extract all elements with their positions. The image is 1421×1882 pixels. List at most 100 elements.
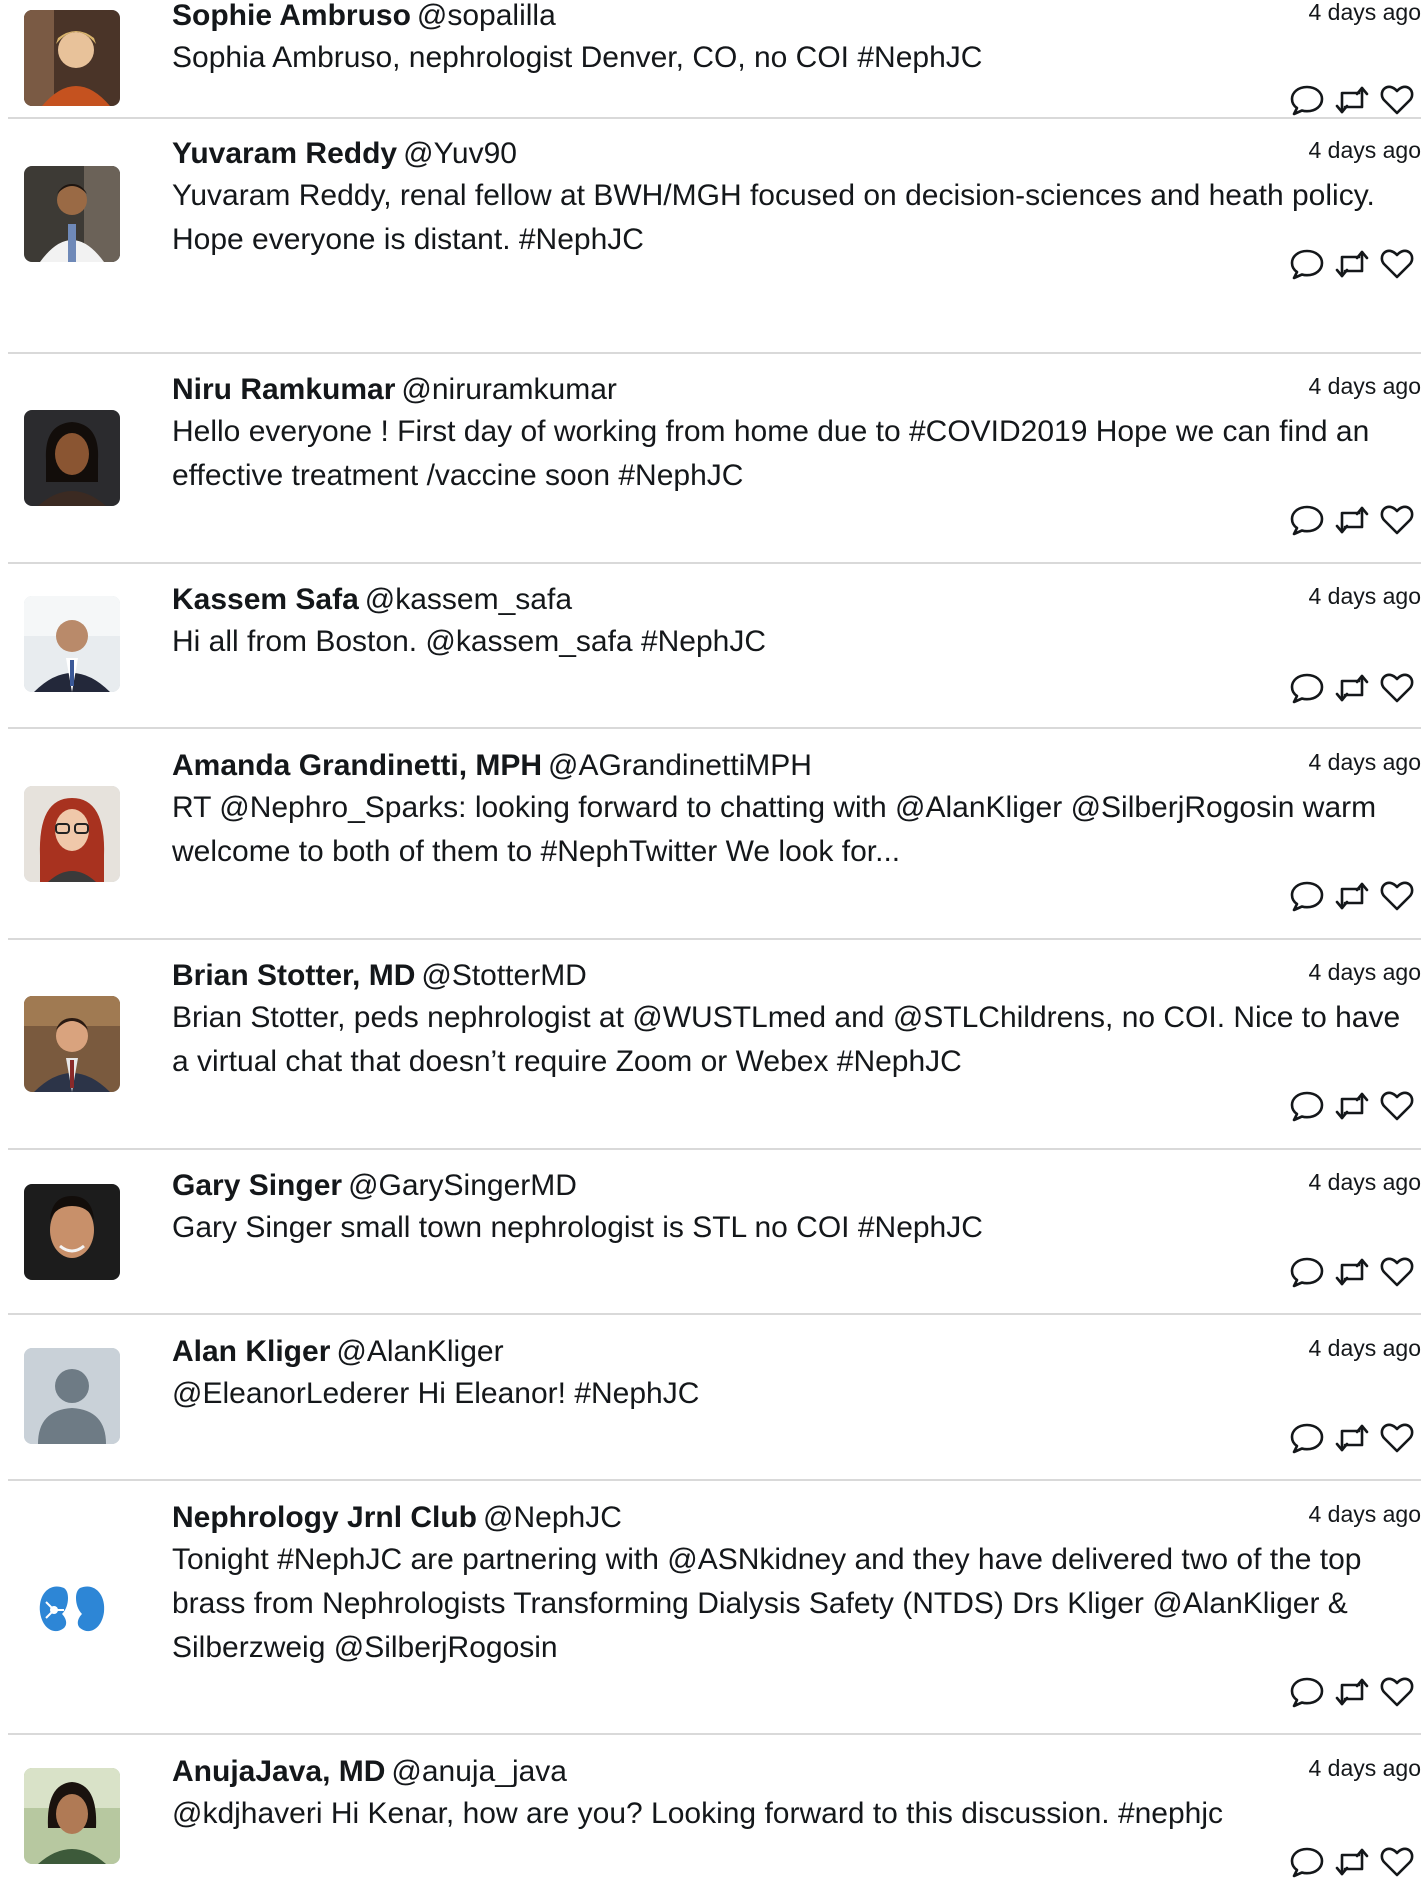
author-handle[interactable]: @AGrandinettiMPH bbox=[548, 749, 812, 782]
divider bbox=[8, 1313, 1421, 1315]
author-name[interactable]: Kassem Safa bbox=[172, 583, 359, 616]
retweet-icon[interactable] bbox=[1334, 1088, 1370, 1124]
like-icon[interactable] bbox=[1379, 1088, 1415, 1124]
author-name[interactable]: Alan Kliger bbox=[172, 1335, 330, 1368]
timestamp[interactable]: 4 days ago bbox=[1308, 366, 1421, 406]
author-name[interactable]: Niru Ramkumar bbox=[172, 373, 395, 406]
tweet: Gary Singer @GarySingerMD 4 days ago Gary… bbox=[8, 1166, 1421, 1296]
divider bbox=[8, 1479, 1421, 1481]
retweet-icon[interactable] bbox=[1334, 1254, 1370, 1290]
retweet-icon[interactable] bbox=[1334, 82, 1370, 118]
tweet-text: Yuvaram Reddy, renal fellow at BWH/MGH f… bbox=[172, 179, 1375, 256]
tweet-actions bbox=[1289, 82, 1415, 118]
tweet-actions bbox=[1289, 1088, 1415, 1124]
tweet-actions bbox=[1289, 1254, 1415, 1290]
retweet-icon[interactable] bbox=[1334, 1420, 1370, 1456]
retweet-icon[interactable] bbox=[1334, 502, 1370, 538]
tweet-text: @EleanorLederer Hi Eleanor! #NephJC bbox=[172, 1377, 700, 1410]
timestamp[interactable]: 4 days ago bbox=[1308, 1748, 1421, 1788]
author-handle[interactable]: @niruramkumar bbox=[401, 373, 617, 406]
author-handle[interactable]: @StotterMD bbox=[421, 959, 586, 992]
author-name[interactable]: Yuvaram Reddy bbox=[172, 137, 397, 170]
divider bbox=[8, 352, 1421, 354]
author-name[interactable]: AnujaJava, MD bbox=[172, 1755, 385, 1788]
tweet-actions bbox=[1289, 1420, 1415, 1456]
reply-icon[interactable] bbox=[1289, 1088, 1325, 1124]
author-name[interactable]: Brian Stotter, MD bbox=[172, 959, 415, 992]
author-name[interactable]: Nephrology Jrnl Club bbox=[172, 1501, 477, 1534]
author-name[interactable]: Amanda Grandinetti, MPH bbox=[172, 749, 542, 782]
tweet-header: Yuvaram Reddy @Yuv90 4 days ago bbox=[172, 134, 1421, 174]
tweet-text: Hello everyone ! First day of working fr… bbox=[172, 415, 1370, 492]
avatar[interactable] bbox=[24, 1566, 120, 1662]
timestamp[interactable]: 4 days ago bbox=[1308, 952, 1421, 992]
like-icon[interactable] bbox=[1379, 502, 1415, 538]
tweet: Nephrology Jrnl Club @NephJC 4 days ago T… bbox=[8, 1498, 1421, 1708]
tweet-header: Brian Stotter, MD @StotterMD 4 days ago bbox=[172, 956, 1421, 996]
avatar[interactable] bbox=[24, 166, 120, 262]
reply-icon[interactable] bbox=[1289, 1844, 1325, 1880]
reply-icon[interactable] bbox=[1289, 82, 1325, 118]
avatar[interactable] bbox=[24, 596, 120, 692]
tweet: Niru Ramkumar @niruramkumar 4 days ago He… bbox=[8, 370, 1421, 536]
retweet-icon[interactable] bbox=[1334, 1844, 1370, 1880]
timestamp[interactable]: 4 days ago bbox=[1308, 576, 1421, 616]
tweet-header: Amanda Grandinetti, MPH @AGrandinettiMPH … bbox=[172, 746, 1421, 786]
avatar[interactable] bbox=[24, 786, 120, 882]
reply-icon[interactable] bbox=[1289, 1674, 1325, 1710]
timestamp[interactable]: 4 days ago bbox=[1308, 1328, 1421, 1368]
author-name[interactable]: Gary Singer bbox=[172, 1169, 342, 1202]
timestamp[interactable]: 4 days ago bbox=[1308, 1494, 1421, 1534]
tweet-header: Alan Kliger @AlanKliger 4 days ago bbox=[172, 1332, 1421, 1372]
reply-icon[interactable] bbox=[1289, 670, 1325, 706]
tweet-header: Kassem Safa @kassem_safa 4 days ago bbox=[172, 580, 1421, 620]
reply-icon[interactable] bbox=[1289, 1420, 1325, 1456]
author-name[interactable]: Sophie Ambruso bbox=[172, 0, 411, 32]
like-icon[interactable] bbox=[1379, 1844, 1415, 1880]
reply-icon[interactable] bbox=[1289, 878, 1325, 914]
retweet-icon[interactable] bbox=[1334, 1674, 1370, 1710]
like-icon[interactable] bbox=[1379, 1254, 1415, 1290]
like-icon[interactable] bbox=[1379, 878, 1415, 914]
like-icon[interactable] bbox=[1379, 670, 1415, 706]
like-icon[interactable] bbox=[1379, 1674, 1415, 1710]
author-handle[interactable]: @NephJC bbox=[483, 1501, 622, 1534]
avatar[interactable] bbox=[24, 996, 120, 1092]
retweet-icon[interactable] bbox=[1334, 670, 1370, 706]
author-handle[interactable]: @kassem_safa bbox=[365, 583, 572, 616]
divider bbox=[8, 117, 1421, 119]
like-icon[interactable] bbox=[1379, 1420, 1415, 1456]
author-handle[interactable]: @sopalilla bbox=[417, 0, 556, 32]
retweet-icon[interactable] bbox=[1334, 878, 1370, 914]
avatar[interactable] bbox=[24, 1768, 120, 1864]
avatar[interactable] bbox=[24, 1348, 120, 1444]
retweet-icon[interactable] bbox=[1334, 246, 1370, 282]
tweet-text: Hi all from Boston. @kassem_safa #NephJC bbox=[172, 625, 767, 658]
timestamp[interactable]: 4 days ago bbox=[1308, 130, 1421, 170]
tweet: Brian Stotter, MD @StotterMD 4 days ago B… bbox=[8, 956, 1421, 1122]
tweet-header: Gary Singer @GarySingerMD 4 days ago bbox=[172, 1166, 1421, 1206]
tweet: Amanda Grandinetti, MPH @AGrandinettiMPH … bbox=[8, 746, 1421, 912]
author-handle[interactable]: @anuja_java bbox=[391, 1755, 567, 1788]
reply-icon[interactable] bbox=[1289, 502, 1325, 538]
avatar[interactable] bbox=[24, 410, 120, 506]
reply-icon[interactable] bbox=[1289, 1254, 1325, 1290]
timestamp[interactable]: 4 days ago bbox=[1308, 1162, 1421, 1202]
author-handle[interactable]: @GarySingerMD bbox=[348, 1169, 577, 1202]
tweet-header: AnujaJava, MD @anuja_java 4 days ago bbox=[172, 1752, 1421, 1792]
timestamp[interactable]: 4 days ago bbox=[1308, 742, 1421, 782]
avatar[interactable] bbox=[24, 1184, 120, 1280]
like-icon[interactable] bbox=[1379, 82, 1415, 118]
tweet-header: Niru Ramkumar @niruramkumar 4 days ago bbox=[172, 370, 1421, 410]
reply-icon[interactable] bbox=[1289, 246, 1325, 282]
avatar[interactable] bbox=[24, 10, 120, 106]
author-handle[interactable]: @Yuv90 bbox=[403, 137, 517, 170]
tweet-actions bbox=[1289, 502, 1415, 538]
like-icon[interactable] bbox=[1379, 246, 1415, 282]
author-handle[interactable]: @AlanKliger bbox=[336, 1335, 503, 1368]
divider bbox=[8, 727, 1421, 729]
timestamp[interactable]: 4 days ago bbox=[1308, 0, 1421, 32]
tweet-actions bbox=[1289, 1844, 1415, 1880]
divider bbox=[8, 938, 1421, 940]
tweet: Alan Kliger @AlanKliger 4 days ago @Elean… bbox=[8, 1332, 1421, 1462]
